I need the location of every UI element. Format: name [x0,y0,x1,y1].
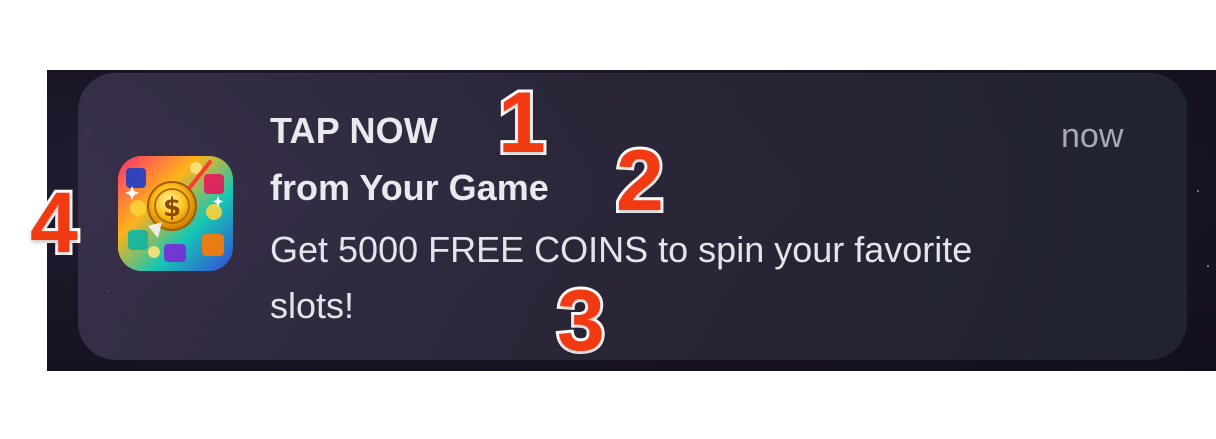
annotation-marker-2: 2 [613,133,667,229]
svg-text:$: $ [163,193,181,223]
annotation-marker-1: 1 [495,75,549,171]
annotation-marker-4: 4 [27,175,81,271]
notification-title: TAP NOW [270,110,439,151]
annotation-marker-3: 3 [554,273,608,369]
notification-body: Get 5000 FREE COINS to spin your favorit… [270,229,973,326]
screenshot-stage: $ TAP NOW from Your Game Get 5000 FREE C… [0,0,1216,439]
notification-timestamp: now [1061,117,1124,155]
notification-subtitle: from Your Game [270,167,549,208]
app-icon-artwork: $ [118,156,233,271]
slot-coins-app-icon[interactable]: $ [118,156,233,271]
